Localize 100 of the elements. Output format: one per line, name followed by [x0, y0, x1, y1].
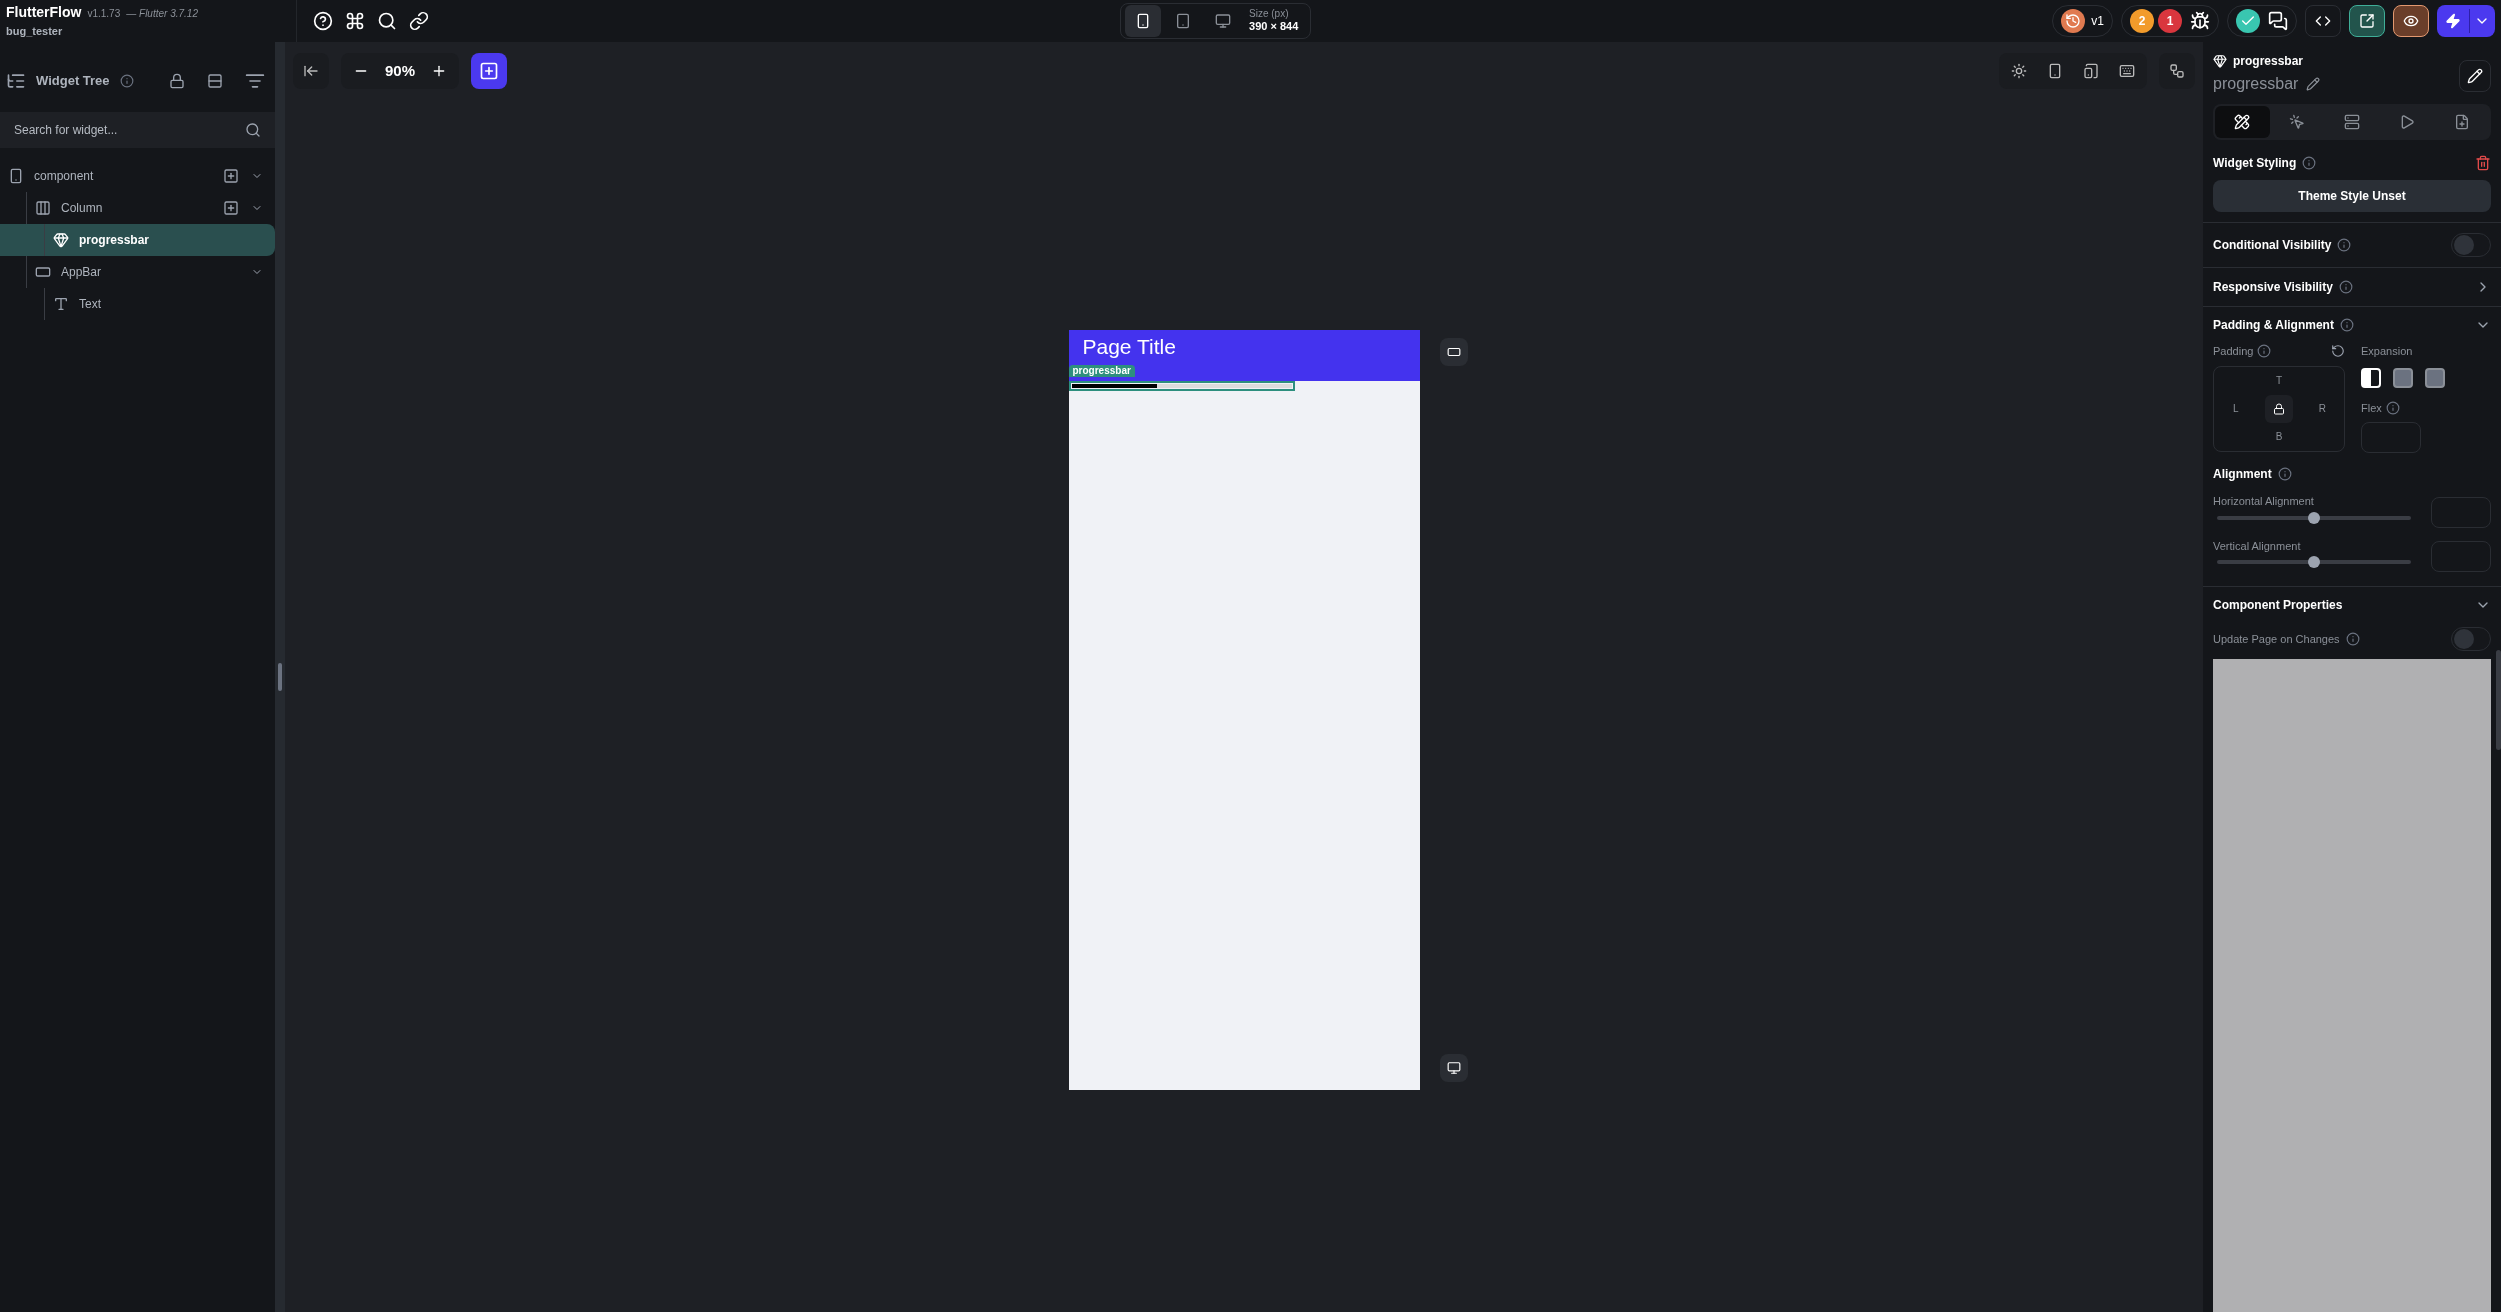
app-version: v1.1.73	[87, 7, 121, 22]
code-button[interactable]	[2305, 5, 2341, 37]
panel-tab[interactable]	[2215, 106, 2270, 138]
backend-icon	[2344, 114, 2360, 130]
padding-side: L	[2232, 402, 2239, 416]
panel-title: Widget Tree	[36, 72, 110, 91]
value-field[interactable]	[2431, 541, 2491, 572]
eye-icon	[2403, 13, 2419, 29]
tree-item-label: progressbar	[79, 232, 150, 249]
lock-icon	[2273, 402, 2285, 415]
search-field[interactable]: Search for widget...	[0, 112, 275, 148]
workflow-icon	[2169, 63, 2185, 79]
warning-count: 2	[2130, 9, 2154, 33]
app-name: FlutterFlow	[6, 3, 82, 23]
tree-item[interactable]: progressbar	[0, 224, 275, 256]
section-title: Responsive Visibility	[2213, 279, 2333, 296]
bug-icon	[2190, 11, 2210, 31]
tree-item[interactable]: Text	[0, 288, 275, 320]
theme-style-button[interactable]: Theme Style Unset	[2213, 180, 2491, 212]
notes-icon	[2453, 114, 2470, 130]
tree-item[interactable]: AppBar	[0, 256, 275, 288]
widget-type: progressbar	[2233, 53, 2304, 70]
widget-name: progressbar	[2213, 74, 2299, 94]
phone-icon[interactable]	[2047, 63, 2063, 79]
collapse-button[interactable]	[293, 53, 329, 89]
sort-icon[interactable]	[245, 71, 265, 91]
section-title: Component Properties	[2213, 597, 2343, 614]
expansion-option[interactable]	[2393, 367, 2413, 388]
scrollbar[interactable]	[2496, 650, 2501, 750]
devices-icon[interactable]	[2083, 63, 2099, 79]
flex-field[interactable]	[2361, 422, 2421, 453]
link-icon[interactable]	[409, 11, 429, 31]
add-child-icon[interactable]	[223, 168, 239, 184]
flow-button[interactable]	[2159, 53, 2195, 89]
style-icon	[2234, 114, 2251, 130]
keyboard-icon[interactable]	[2119, 63, 2135, 79]
section-title: Padding & Alignment	[2213, 317, 2334, 334]
run-button[interactable]	[2437, 5, 2495, 37]
padding-side: R	[2318, 402, 2326, 416]
tree-item-label: component	[34, 168, 94, 185]
add-widget-button[interactable]	[471, 53, 508, 89]
padding-side: T	[2275, 374, 2283, 388]
add-icon	[479, 61, 500, 81]
expansion-option[interactable]	[2425, 367, 2445, 388]
edit-icon[interactable]	[2306, 77, 2321, 91]
edit-button[interactable]	[2459, 60, 2491, 92]
lock-button[interactable]	[2265, 394, 2293, 423]
info-icon	[2385, 400, 2400, 415]
preview-button[interactable]	[2393, 5, 2429, 37]
actions-icon	[2289, 114, 2306, 130]
info-icon	[2339, 318, 2354, 332]
search-icon	[245, 122, 261, 138]
resize-handle[interactable]	[278, 663, 282, 691]
bottom-toggle[interactable]	[1439, 1054, 1468, 1082]
column-icon	[35, 200, 51, 216]
lock-icon[interactable]	[169, 73, 185, 89]
slider-thumb[interactable]	[2308, 556, 2320, 568]
padding-side: B	[2275, 430, 2283, 444]
rows-icon[interactable]	[207, 73, 223, 89]
appbar-toggle[interactable]	[1439, 338, 1468, 366]
tablet-icon	[1175, 13, 1192, 29]
zoom-level: 90%	[385, 60, 416, 81]
help-icon[interactable]	[313, 11, 333, 31]
size-label: Size (px)	[1249, 7, 1290, 21]
section-title: Alignment	[2213, 466, 2272, 483]
tree-icon	[6, 71, 26, 91]
pencil-icon	[2467, 68, 2483, 84]
device-button[interactable]	[1125, 5, 1162, 37]
component-icon	[2213, 54, 2227, 68]
padding-editor[interactable]: T L R B	[2213, 365, 2345, 452]
reset-icon[interactable]	[2331, 344, 2345, 359]
field-label: Expansion	[2361, 344, 2414, 359]
sun-icon[interactable]	[2011, 63, 2027, 79]
command-icon[interactable]	[345, 11, 365, 31]
tree-item-label: Column	[61, 200, 103, 217]
external-link-icon	[2359, 13, 2375, 29]
desktop-icon	[1215, 13, 1232, 29]
lightning-icon	[2445, 13, 2461, 29]
delete-icon[interactable]	[2475, 155, 2491, 171]
add-child-icon[interactable]	[223, 200, 239, 216]
component-icon	[53, 232, 69, 248]
open-button[interactable]	[2349, 5, 2385, 37]
info-icon	[2277, 467, 2292, 481]
search-icon[interactable]	[377, 11, 397, 31]
error-count: 1	[2158, 9, 2182, 33]
visibility-toggle[interactable]	[2451, 233, 2491, 257]
version-label: v1	[2091, 13, 2104, 30]
tree-item-label: Text	[79, 296, 101, 313]
size-value: 390 × 844	[1249, 20, 1299, 35]
slider-thumb[interactable]	[2308, 511, 2320, 524]
text-icon	[53, 296, 69, 312]
slider-label: Horizontal Alignment	[2213, 494, 2315, 509]
phone-icon	[8, 168, 24, 184]
info-icon	[2257, 344, 2272, 359]
value-field[interactable]	[2431, 496, 2491, 528]
tree-item[interactable]: Column	[0, 192, 275, 224]
flutter-version: — Flutter 3.7.12	[126, 7, 198, 22]
update-toggle[interactable]	[2451, 627, 2491, 651]
tree-item[interactable]: component	[0, 160, 275, 192]
history-icon	[2065, 13, 2082, 29]
